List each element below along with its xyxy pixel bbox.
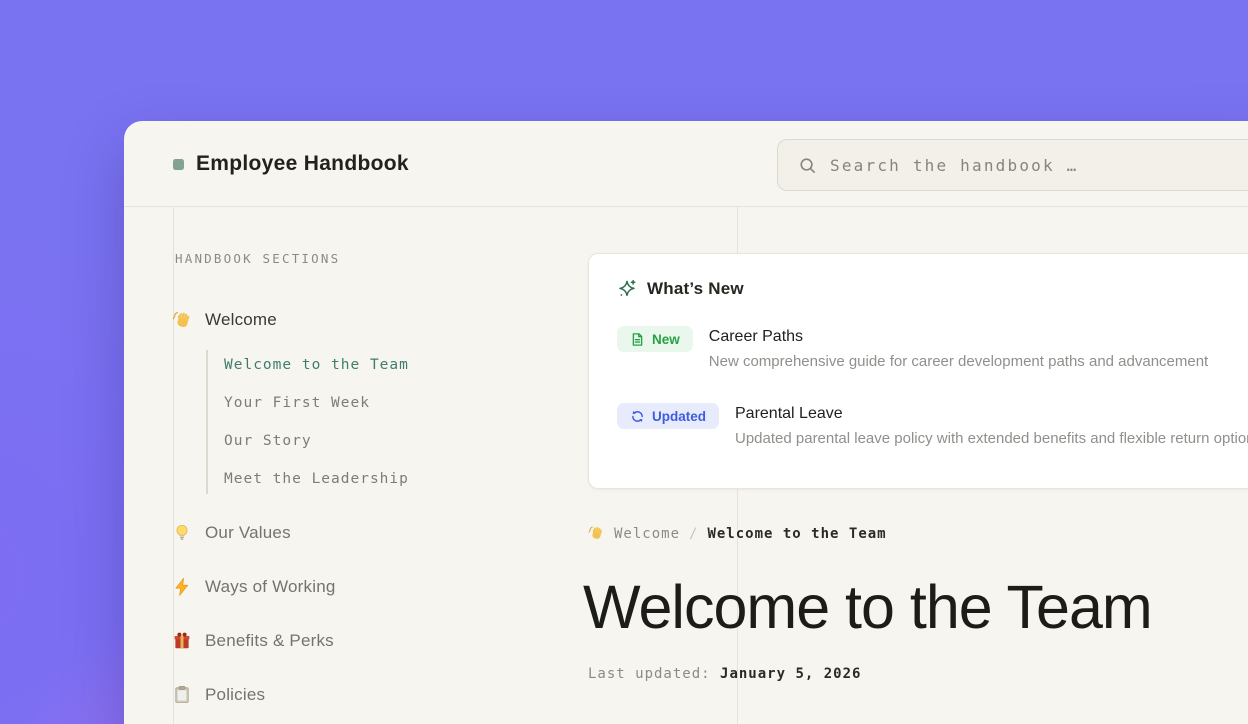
sidebar-item-label: Welcome	[205, 310, 277, 330]
subnav-indent-line	[206, 350, 208, 494]
breadcrumb: Welcome / Welcome to the Team	[588, 525, 887, 542]
sidebar-item-benefits-perks[interactable]: Benefits & Perks	[172, 628, 334, 654]
last-updated: Last updated: January 5, 2026	[588, 666, 861, 682]
lightbulb-icon	[172, 523, 193, 544]
sidebar-item-our-values[interactable]: Our Values	[172, 520, 291, 546]
subnav-item-our-story[interactable]: Our Story	[224, 432, 312, 450]
whats-new-item-description: Updated parental leave policy with exten…	[735, 430, 1248, 447]
search-input[interactable]	[830, 156, 1248, 175]
sidebar-item-policies[interactable]: Policies	[172, 682, 265, 708]
subnav-item-meet-the-leadership[interactable]: Meet the Leadership	[224, 470, 409, 488]
badge-label: Updated	[652, 409, 706, 424]
whats-new-title: What’s New	[647, 279, 744, 299]
app-title: Employee Handbook	[196, 121, 409, 207]
breadcrumb-separator: /	[689, 526, 698, 542]
handbook-window: Employee Handbook HANDBOOK SECTIONS	[124, 121, 1248, 724]
last-updated-value: January 5, 2026	[720, 666, 861, 682]
sidebar-item-label: Our Values	[205, 523, 291, 543]
whats-new-header: What’s New	[617, 279, 1248, 299]
zap-icon	[172, 577, 193, 598]
whats-new-item-title: Parental Leave	[735, 403, 1248, 425]
sidebar-section-label: HANDBOOK SECTIONS	[175, 251, 340, 266]
whats-new-panel: What’s New New Career Paths New com	[588, 253, 1248, 489]
desktop-background: Employee Handbook HANDBOOK SECTIONS	[0, 0, 1248, 724]
last-updated-label: Last updated:	[588, 666, 711, 682]
whats-new-item-title: Career Paths	[709, 326, 1208, 348]
document-icon	[630, 332, 645, 347]
app-logo	[173, 159, 184, 170]
sidebar-item-label: Ways of Working	[205, 577, 336, 597]
sidebar-item-label: Policies	[205, 685, 265, 705]
wave-icon	[172, 310, 193, 331]
new-badge: New	[617, 326, 693, 352]
badge-label: New	[652, 332, 680, 347]
clipboard-icon	[172, 685, 193, 706]
sparkles-icon	[617, 279, 637, 299]
updated-badge: Updated	[617, 403, 719, 429]
gift-icon	[172, 631, 193, 652]
search-box[interactable]	[777, 139, 1248, 191]
wave-icon	[588, 525, 605, 542]
sidebar-item-label: Benefits & Perks	[205, 631, 334, 651]
whats-new-item-description: New comprehensive guide for career devel…	[709, 353, 1208, 370]
subnav-item-your-first-week[interactable]: Your First Week	[224, 394, 370, 412]
breadcrumb-section-link[interactable]: Welcome	[614, 526, 680, 542]
subnav-item-welcome-to-the-team[interactable]: Welcome to the Team	[224, 356, 409, 374]
sidebar-item-ways-of-working[interactable]: Ways of Working	[172, 574, 336, 600]
refresh-icon	[630, 409, 645, 424]
sidebar-item-welcome[interactable]: Welcome	[172, 307, 277, 333]
whats-new-item-career-paths[interactable]: New Career Paths New comprehensive guide…	[617, 326, 1248, 370]
whats-new-item-parental-leave[interactable]: Updated Parental Leave Updated parental …	[617, 403, 1248, 447]
breadcrumb-current-page: Welcome to the Team	[707, 526, 886, 542]
page-title: Welcome to the Team	[583, 572, 1152, 642]
search-icon	[798, 156, 817, 175]
app-header: Employee Handbook	[124, 121, 1248, 207]
